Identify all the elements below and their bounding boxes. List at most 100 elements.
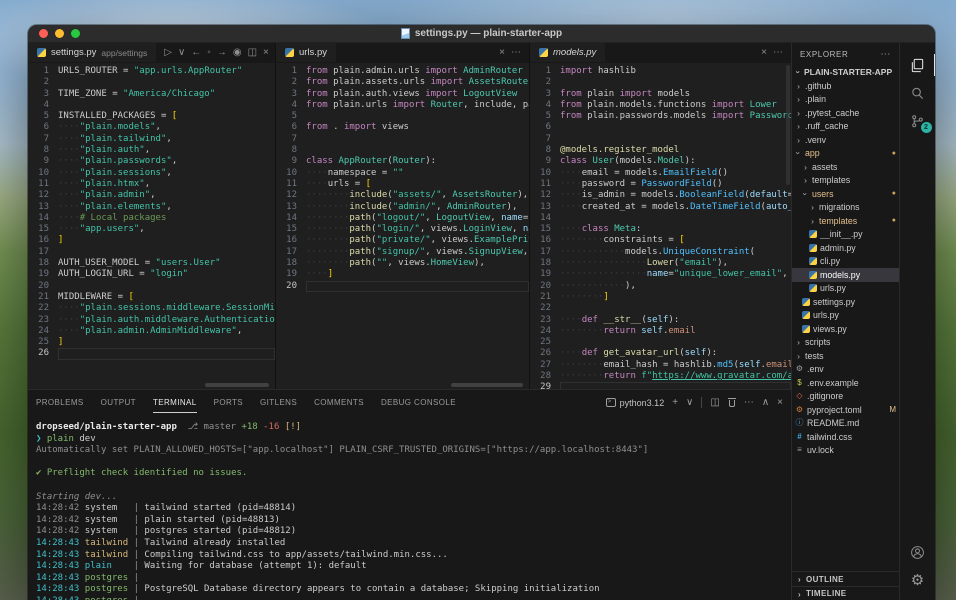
code-line[interactable]: 18········path("", views.HomeView),	[276, 258, 529, 269]
code-line[interactable]: 15····"app.users",	[28, 224, 275, 235]
code-line[interactable]: 11····urls = [	[276, 179, 529, 190]
tree-item-app[interactable]: ›app●	[792, 147, 899, 161]
tree-item-.github[interactable]: ›.github	[792, 79, 899, 93]
code-line[interactable]: 11····"plain.htmx",	[28, 179, 275, 190]
code-line[interactable]: 10····namespace = ""	[276, 168, 529, 179]
code-line[interactable]: 5INSTALLED_PACKAGES = [	[28, 111, 275, 122]
code-line[interactable]: 2from plain.assets.urls import AssetsRou…	[276, 77, 529, 88]
close-panel-icon[interactable]: ×	[777, 398, 783, 408]
code-line[interactable]: 26	[28, 348, 275, 359]
code-line[interactable]: 26····def get_avatar_url(self):	[530, 348, 791, 359]
code-line[interactable]: 17········path("signup/", views.SignupVi…	[276, 247, 529, 258]
close-editor-icon[interactable]: ×	[499, 48, 505, 58]
nav-forward-icon[interactable]: →	[217, 48, 227, 58]
tree-item-settings.py[interactable]: settings.py	[792, 295, 899, 309]
code-line[interactable]: 18················Lower("email"),	[530, 258, 791, 269]
code-line[interactable]: 1import hashlib	[530, 66, 791, 77]
panel-tab-terminal[interactable]: TERMINAL	[153, 392, 197, 413]
tree-item-assets[interactable]: ›assets	[792, 160, 899, 174]
code-line[interactable]: 3from plain import models	[530, 89, 791, 100]
panel-controls[interactable]: > python3.12 + ∨ ◫ ⋯ ∧ ×	[606, 397, 783, 408]
tree-item-migrations[interactable]: ›migrations	[792, 201, 899, 215]
code-line[interactable]: 20	[28, 281, 275, 292]
code-line[interactable]: 7	[530, 134, 791, 145]
accounts-icon[interactable]	[902, 538, 934, 566]
code-line[interactable]: 7····"plain.tailwind",	[28, 134, 275, 145]
split-editor-icon[interactable]: ◫	[248, 48, 257, 58]
code-line[interactable]: 1from plain.admin.urls import AdminRoute…	[276, 66, 529, 77]
code-line[interactable]: 19················name="unique_lower_ema…	[530, 269, 791, 280]
code-editor[interactable]: 1import hashlib23from plain import model…	[530, 63, 791, 389]
panel-tab-comments[interactable]: COMMENTS	[314, 392, 364, 413]
code-line[interactable]: 12········include("assets/", AssetsRoute…	[276, 190, 529, 201]
tree-item-urls.py[interactable]: urls.py	[792, 282, 899, 296]
code-line[interactable]: 3from plain.auth.views import LogoutView	[276, 89, 529, 100]
tree-item-.venv[interactable]: ›.venv	[792, 133, 899, 147]
code-line[interactable]: 11····password = PasswordField()	[530, 179, 791, 190]
code-line[interactable]: 22····"plain.sessions.middleware.Session…	[28, 303, 275, 314]
code-line[interactable]: 5	[276, 111, 529, 122]
code-line[interactable]: 15····class Meta:	[530, 224, 791, 235]
tree-item-.pytest_cache[interactable]: ›.pytest_cache	[792, 106, 899, 120]
tree-item-models.py[interactable]: models.py	[792, 268, 899, 282]
code-editor[interactable]: 1from plain.admin.urls import AdminRoute…	[276, 63, 529, 389]
code-line[interactable]: 4	[28, 100, 275, 111]
code-line[interactable]: 7	[276, 134, 529, 145]
explorer-more-actions-icon[interactable]: ⋯	[880, 49, 891, 60]
terminal-instance[interactable]: > python3.12	[606, 398, 665, 408]
split-terminal-icon[interactable]: ◫	[710, 398, 719, 408]
run-interactive-icon[interactable]: ◉	[233, 48, 242, 58]
code-line[interactable]: 20············),	[530, 281, 791, 292]
panel-tab-debug-console[interactable]: DEBUG CONSOLE	[381, 392, 456, 413]
code-line[interactable]: 20	[276, 281, 529, 292]
tab-urls-py[interactable]: urls.py	[276, 43, 336, 62]
search-activity-icon[interactable]	[902, 79, 934, 107]
code-line[interactable]: 6	[530, 122, 791, 133]
code-line[interactable]: 5from plain.passwords.models import Pass…	[530, 111, 791, 122]
terminal-output[interactable]: dropseed/plain-starter-app ⎇ master +18 …	[28, 415, 791, 600]
code-line[interactable]: 19AUTH_LOGIN_URL = "login"	[28, 269, 275, 280]
tab-settings-py[interactable]: settings.py app/settings	[28, 43, 156, 62]
code-line[interactable]: 25]	[28, 337, 275, 348]
code-line[interactable]: 16········constraints = [	[530, 235, 791, 246]
tree-item-__init__.py[interactable]: __init__.py	[792, 228, 899, 242]
sidebar-section-timeline[interactable]: ›TIMELINE	[792, 586, 899, 600]
tab-bar[interactable]: urls.py ×⋯	[276, 43, 529, 63]
code-line[interactable]: 21MIDDLEWARE = [	[28, 292, 275, 303]
nav-back-icon[interactable]: ←	[191, 48, 201, 58]
code-line[interactable]: 13····created_at = models.DateTimeField(…	[530, 202, 791, 213]
code-line[interactable]: 23····"plain.auth.middleware.Authenticat…	[28, 315, 275, 326]
code-line[interactable]: 6from . import views	[276, 122, 529, 133]
code-line[interactable]: 8@models.register_model	[530, 145, 791, 156]
terminal-dropdown-icon[interactable]: ∨	[686, 398, 693, 408]
editor-actions[interactable]: ▷∨←◦→◉◫×⋯	[156, 43, 293, 62]
tab-bar[interactable]: models.py ×⋯	[530, 43, 791, 63]
panel-tab-output[interactable]: OUTPUT	[101, 392, 136, 413]
close-editor-icon[interactable]: ×	[263, 48, 269, 58]
tree-item-.ruff_cache[interactable]: ›.ruff_cache	[792, 120, 899, 134]
tree-item-views.py[interactable]: views.py	[792, 322, 899, 336]
panel-tab-gitlens[interactable]: GITLENS	[260, 392, 297, 413]
maximize-panel-icon[interactable]: ∧	[762, 398, 769, 408]
code-line[interactable]: 13········include("admin/", AdminRouter)…	[276, 202, 529, 213]
code-line[interactable]: 10····email = models.EmailField()	[530, 168, 791, 179]
code-line[interactable]: 19····]	[276, 269, 529, 280]
settings-gear-icon[interactable]: ⚙	[902, 566, 934, 594]
tree-item-templates[interactable]: ›templates●	[792, 214, 899, 228]
file-tree[interactable]: ›.github›.plain›.pytest_cache›.ruff_cach…	[792, 79, 899, 571]
horizontal-scrollbar[interactable]	[451, 383, 523, 387]
code-line[interactable]: 8	[276, 145, 529, 156]
more-actions-icon[interactable]: ⋯	[773, 48, 783, 58]
code-line[interactable]: 9····"plain.passwords",	[28, 156, 275, 167]
code-line[interactable]: 18AUTH_USER_MODEL = "users.User"	[28, 258, 275, 269]
code-line[interactable]: 16········path("private/", views.Example…	[276, 235, 529, 246]
tree-item-.env[interactable]: ⚙.env	[792, 363, 899, 377]
code-line[interactable]: 29	[530, 382, 791, 389]
code-line[interactable]: 23····def __str__(self):	[530, 315, 791, 326]
run-python-file-icon[interactable]: ▷	[164, 48, 172, 58]
tree-item-templates[interactable]: ›templates	[792, 174, 899, 188]
title-bar[interactable]: settings.py — plain-starter-app	[28, 25, 935, 43]
horizontal-scrollbar[interactable]	[205, 383, 269, 387]
code-line[interactable]: 22	[530, 303, 791, 314]
new-terminal-icon[interactable]: +	[672, 398, 678, 408]
